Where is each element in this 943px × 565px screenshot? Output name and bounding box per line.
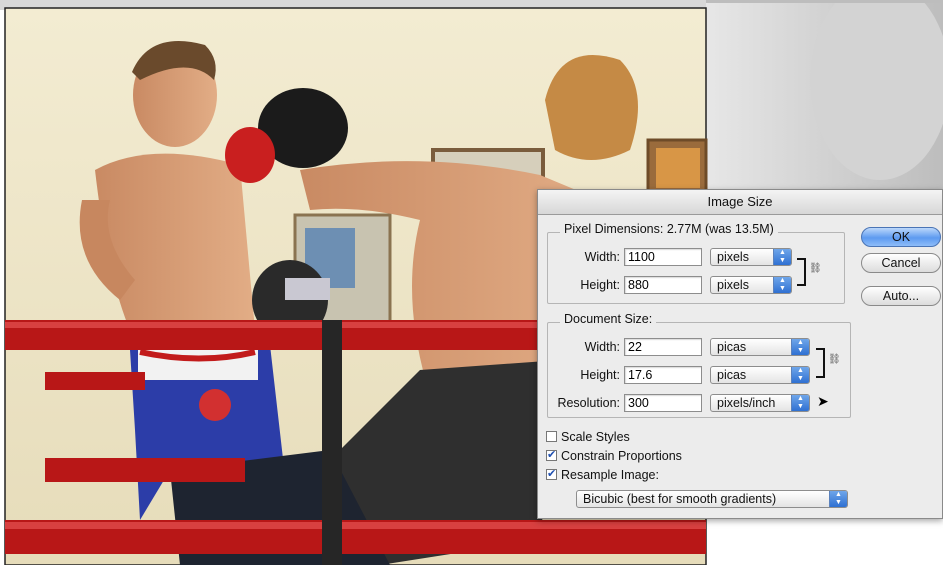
popup-arrows-icon: ▲ ▼ [773,277,791,293]
doc-height-input[interactable]: 17.6 [624,366,702,384]
popup-arrows-icon: ▲ ▼ [791,395,809,411]
pixel-dimensions-value: 2.77M (was 13.5M) [666,222,774,236]
scale-styles-checkbox[interactable]: Scale Styles [546,430,630,444]
resolution-unit-select[interactable]: pixels/inch ▲ ▼ [710,394,810,412]
pixel-link-bracket [797,258,806,286]
pixel-height-unit-select[interactable]: pixels ▲ ▼ [710,276,792,294]
doc-width-input[interactable]: 22 [624,338,702,356]
doc-width-unit-select[interactable]: picas ▲ ▼ [710,338,810,356]
resample-method-select[interactable]: Bicubic (best for smooth gradients) ▲ ▼ [576,490,848,508]
resolution-label: Resolution: [557,396,620,410]
resolution-input[interactable]: 300 [624,394,702,412]
scale-styles-box[interactable] [546,431,557,442]
doc-height-unit-value: picas [717,368,747,382]
chain-link-icon: ⛓ [809,263,822,274]
pixel-dimensions-label: Pixel Dimensions: [564,222,664,236]
scale-styles-label: Scale Styles [561,430,630,444]
popup-arrows-icon: ▲ ▼ [773,249,791,265]
pixel-height-label: Height: [580,278,620,292]
pixel-width-unit-select[interactable]: pixels ▲ ▼ [710,248,792,266]
dialog-title: Image Size [538,190,942,215]
checkmark-icon[interactable] [546,448,557,461]
popup-arrows-icon: ▲ ▼ [791,367,809,383]
ok-button[interactable]: OK [861,227,941,247]
checkmark-icon[interactable] [546,467,557,480]
document-size-title: Document Size: [560,312,657,326]
resample-image-label: Resample Image: [561,468,659,482]
pixel-width-label: Width: [584,250,620,264]
cancel-button[interactable]: Cancel [861,253,941,273]
resolution-unit-value: pixels/inch [717,396,776,410]
doc-height-label: Height: [580,368,620,382]
resample-method-value: Bicubic (best for smooth gradients) [583,492,777,506]
image-size-dialog: Image Size Pixel Dimensions: 2.77M (was … [537,189,943,519]
pixel-width-unit-value: pixels [717,250,749,264]
constrain-proportions-label: Constrain Proportions [561,449,682,463]
popup-arrows-icon: ▲ ▼ [791,339,809,355]
popup-arrows-icon: ▲ ▼ [829,491,847,507]
pixel-height-unit-value: pixels [717,278,749,292]
doc-width-label: Width: [584,340,620,354]
mouse-cursor-icon: ➤ [817,393,829,409]
resample-image-checkbox[interactable]: Resample Image: [546,467,659,482]
pixel-dimensions-title: Pixel Dimensions: 2.77M (was 13.5M) [560,222,778,236]
chain-link-icon: ⛓ [828,354,841,365]
pixel-width-input[interactable]: 1100 [624,248,702,266]
auto-button[interactable]: Auto... [861,286,941,306]
doc-link-bracket [816,348,825,378]
constrain-proportions-checkbox[interactable]: Constrain Proportions [546,448,682,463]
doc-height-unit-select[interactable]: picas ▲ ▼ [710,366,810,384]
pixel-height-input[interactable]: 880 [624,276,702,294]
doc-width-unit-value: picas [717,340,747,354]
